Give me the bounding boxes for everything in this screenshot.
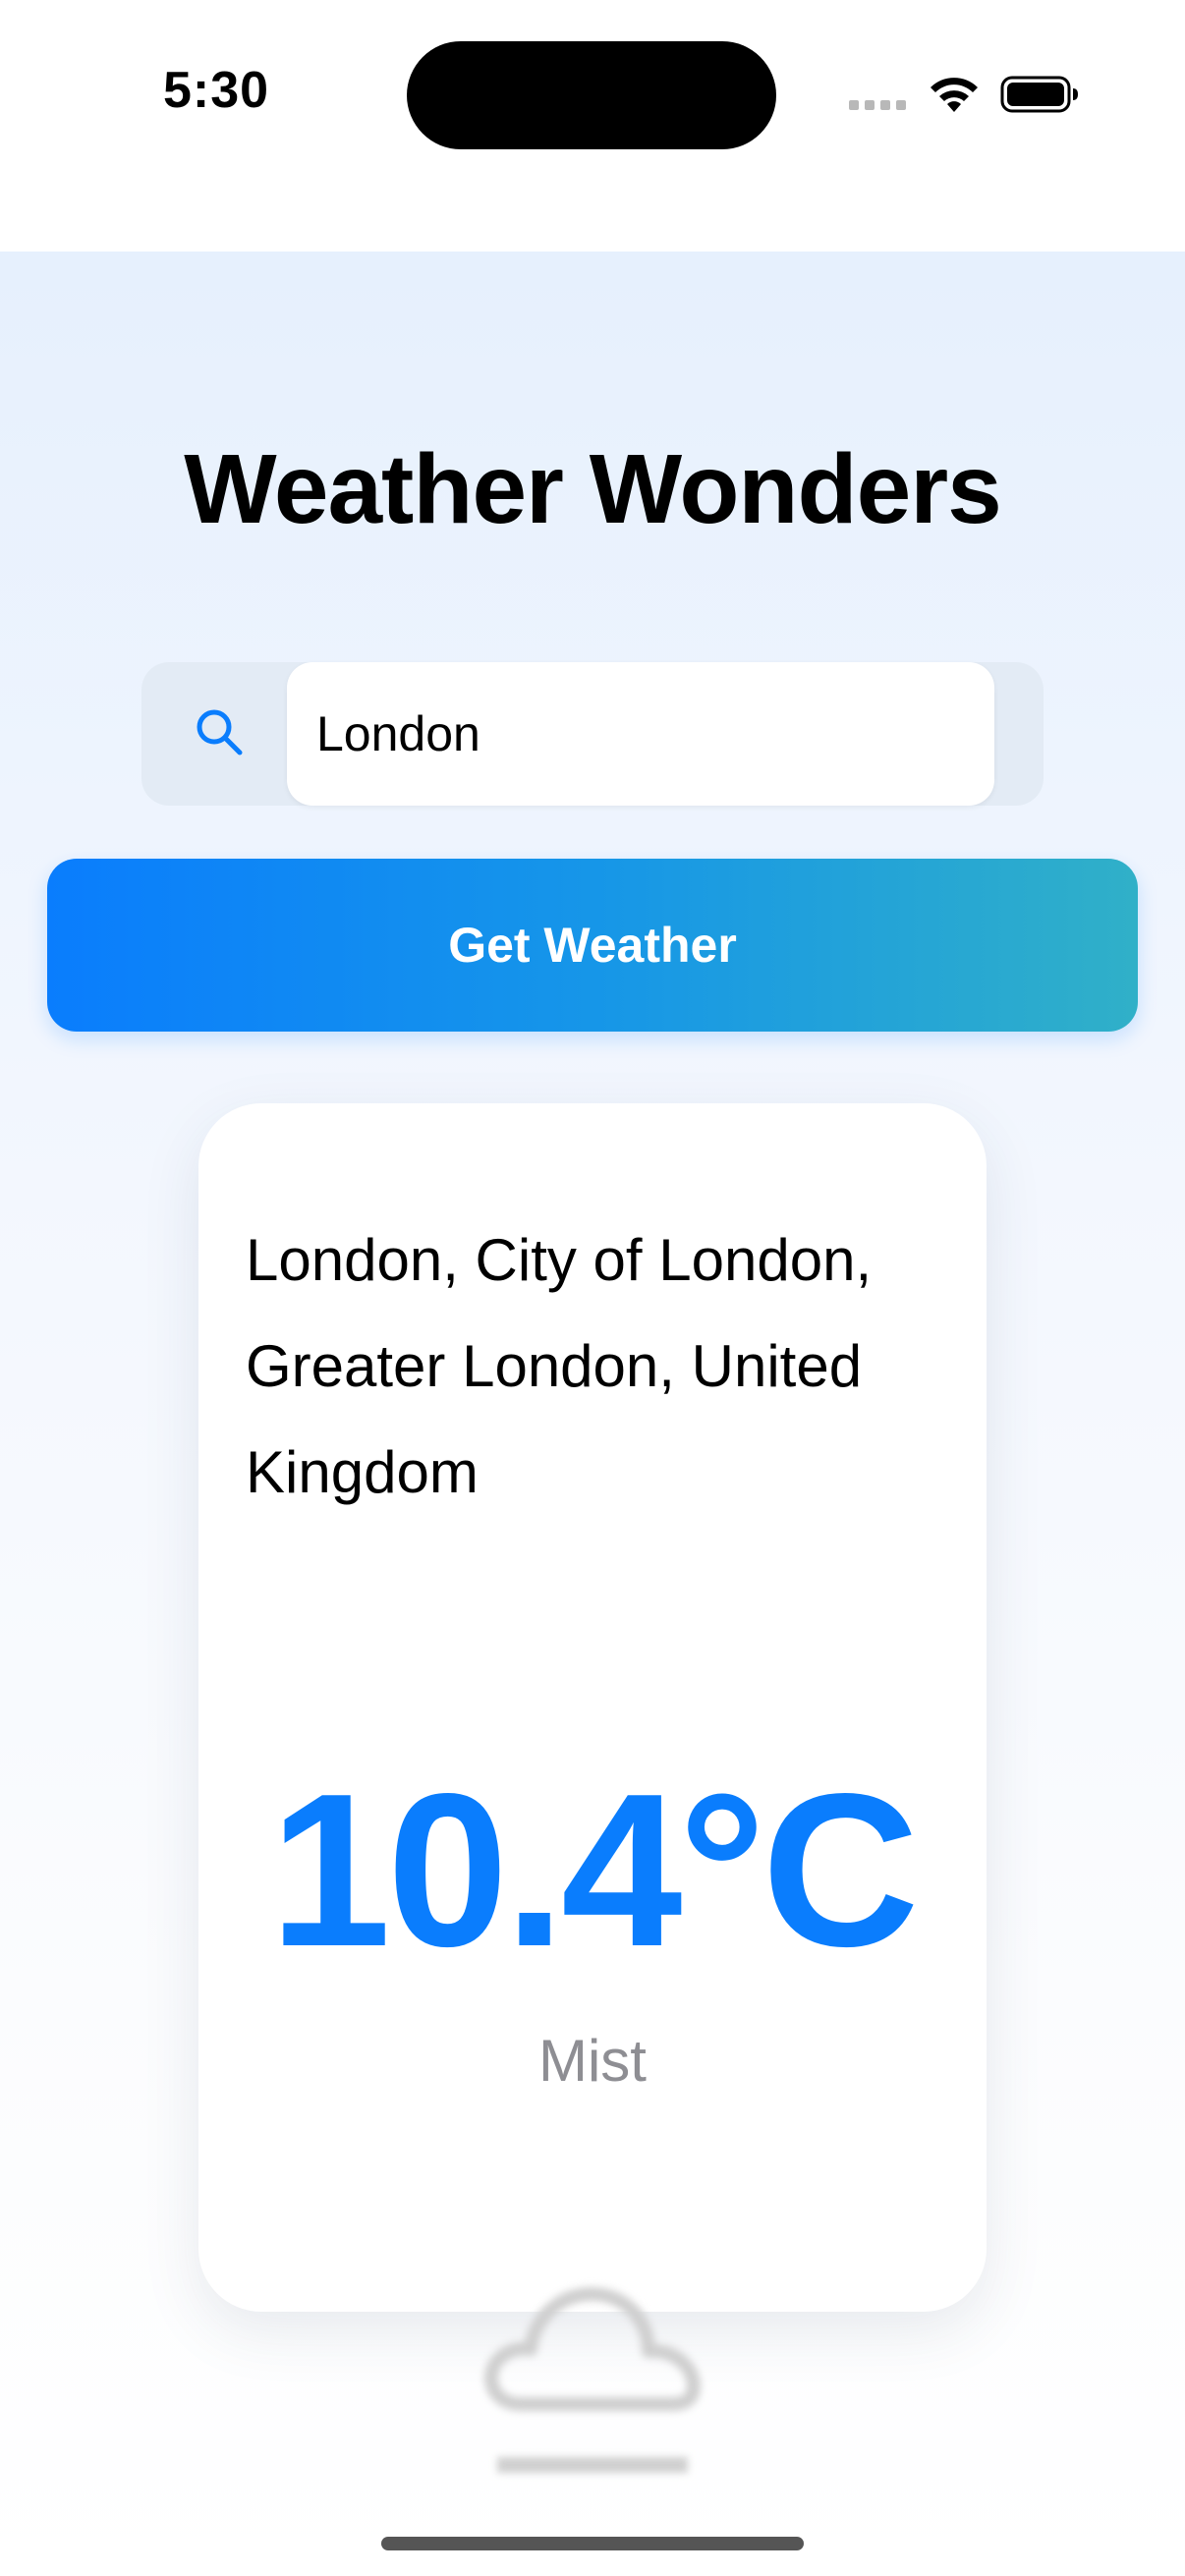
temperature-value: 10.4°C (269, 1749, 919, 1992)
status-bar: 5:30 (0, 0, 1185, 252)
signal-dots-icon (849, 100, 906, 110)
main-content: Weather Wonders Get Weather London, City… (0, 252, 1185, 2576)
search-input[interactable] (287, 662, 994, 806)
page-title: Weather Wonders (184, 434, 1001, 544)
dynamic-island (407, 41, 776, 149)
weather-card: London, City of London, Greater London, … (198, 1103, 987, 2473)
home-indicator[interactable] (381, 2537, 804, 2550)
wifi-icon (931, 78, 978, 112)
get-weather-button[interactable]: Get Weather (47, 859, 1138, 1032)
location-name: London, City of London, Greater London, … (246, 1227, 873, 1505)
search-bar[interactable] (141, 662, 1044, 806)
app-screen: 5:30 Weather Wonders Get Weather Lo (0, 0, 1185, 2576)
weather-condition: Mist (538, 2028, 647, 2094)
status-time: 5:30 (163, 62, 270, 119)
battery-icon (1000, 76, 1078, 113)
search-icon (197, 709, 243, 756)
mist-cloud-icon (484, 2287, 701, 2473)
